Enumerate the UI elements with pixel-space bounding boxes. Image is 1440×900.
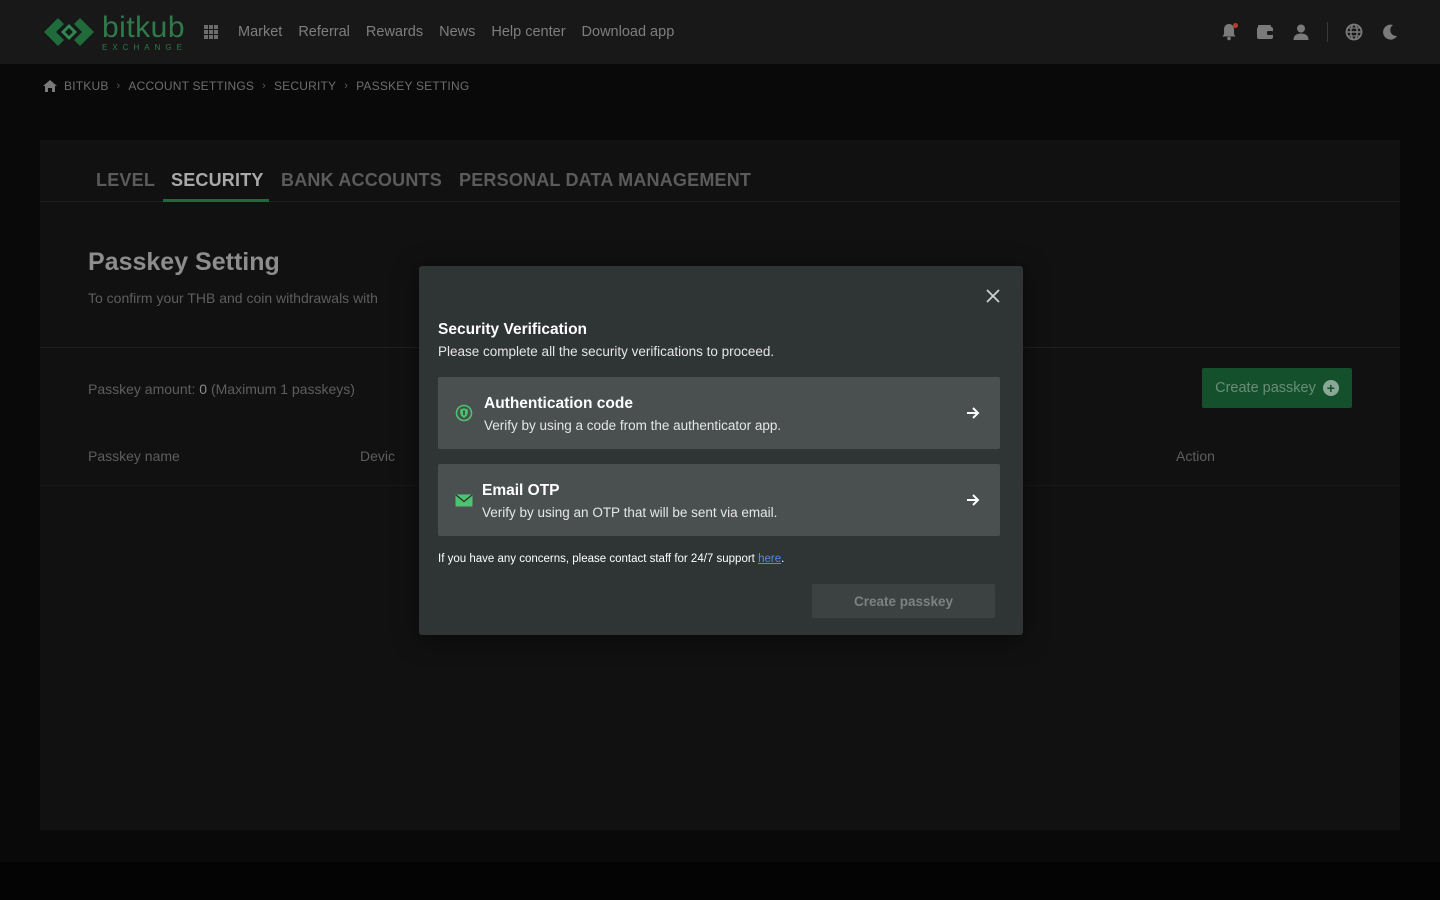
bitkub-logo-mark [44,18,94,46]
tab-personal-data-management[interactable]: PERSONAL DATA MANAGEMENT [459,170,751,191]
top-header: bitkub EXCHANGE Market Referral Rewards … [0,0,1440,64]
support-note: If you have any concerns, please contact… [438,553,784,565]
plus-circle-icon: + [1322,380,1339,396]
authenticator-shield-icon [455,404,473,422]
passkey-amount-max: (Maximum 1 passkeys) [210,381,355,397]
authentication-code-option[interactable]: Authentication code Verify by using a co… [438,377,1000,449]
arrow-right-icon [967,494,980,506]
breadcrumb-chevron-icon: › [262,80,266,92]
footer-band [0,862,1440,900]
globe-icon[interactable] [1344,22,1364,42]
wallet-icon[interactable] [1255,22,1275,42]
header-icons [1203,22,1400,42]
email-icon [455,494,473,507]
create-passkey-button[interactable]: Create passkey + [1202,368,1352,408]
breadcrumb-passkey-setting: PASSKEY SETTING [356,79,470,93]
nav-rewards[interactable]: Rewards [366,24,423,40]
breadcrumb-security[interactable]: SECURITY [274,79,336,93]
passkey-amount-label: Passkey amount: [88,381,196,397]
logo-subtitle: EXCHANGE [102,42,187,52]
page-title: Passkey Setting [88,248,280,276]
active-tab-indicator [163,199,269,202]
breadcrumb: BITKUB › ACCOUNT SETTINGS › SECURITY › P… [42,79,469,93]
page-description: To confirm your THB and coin withdrawals… [88,290,378,306]
create-passkey-label: Create passkey [1215,380,1316,396]
close-icon[interactable] [984,287,1002,305]
user-icon[interactable] [1291,22,1311,42]
notification-dot [1233,23,1238,28]
email-otp-title: Email OTP [482,482,560,499]
tab-security[interactable]: SECURITY [171,170,264,191]
nav-market[interactable]: Market [238,24,282,40]
support-text-end: . [781,553,785,565]
arrow-right-icon [967,407,980,419]
breadcrumb-bitkub[interactable]: BITKUB [64,79,109,93]
nav-help-center[interactable]: Help center [491,24,565,40]
header-divider [1327,22,1328,42]
column-passkey-name: Passkey name [88,448,180,464]
passkey-amount-value: 0 [199,381,208,397]
passkey-amount: Passkey amount: 0 (Maximum 1 passkeys) [88,381,355,397]
breadcrumb-chevron-icon: › [344,80,349,92]
email-otp-description: Verify by using an OTP that will be sent… [482,505,778,520]
logo-wordmark: bitkub [102,10,186,44]
bitkub-logo[interactable]: bitkub EXCHANGE [40,12,187,52]
security-verification-modal: Security Verification Please complete al… [419,266,1023,635]
nav-news[interactable]: News [439,24,475,40]
breadcrumb-account-settings[interactable]: ACCOUNT SETTINGS [128,79,254,93]
bell-icon[interactable] [1219,22,1239,42]
tab-level[interactable]: LEVEL [96,170,155,191]
moon-icon[interactable] [1380,22,1400,42]
authentication-code-title: Authentication code [484,395,633,412]
email-otp-option[interactable]: Email OTP Verify by using an OTP that wi… [438,464,1000,536]
modal-create-passkey-button[interactable]: Create passkey [812,584,995,618]
authentication-code-description: Verify by using a code from the authenti… [484,418,782,433]
column-action: Action [1176,448,1215,464]
apps-grid-icon[interactable] [204,25,218,39]
home-icon[interactable] [42,79,58,93]
support-link[interactable]: here [758,553,781,565]
settings-tabs: LEVEL SECURITY BANK ACCOUNTS PERSONAL DA… [40,140,1400,202]
column-device: Devic [360,448,396,464]
modal-title: Security Verification [438,321,588,338]
main-nav: Market Referral Rewards News Help center… [238,24,690,40]
tab-bank-accounts[interactable]: BANK ACCOUNTS [281,170,442,191]
modal-subtitle: Please complete all the security verific… [438,344,775,359]
breadcrumb-chevron-icon: › [116,80,121,92]
nav-download-app[interactable]: Download app [582,24,675,40]
support-text: If you have any concerns, please contact… [438,553,755,565]
nav-referral[interactable]: Referral [298,24,350,40]
